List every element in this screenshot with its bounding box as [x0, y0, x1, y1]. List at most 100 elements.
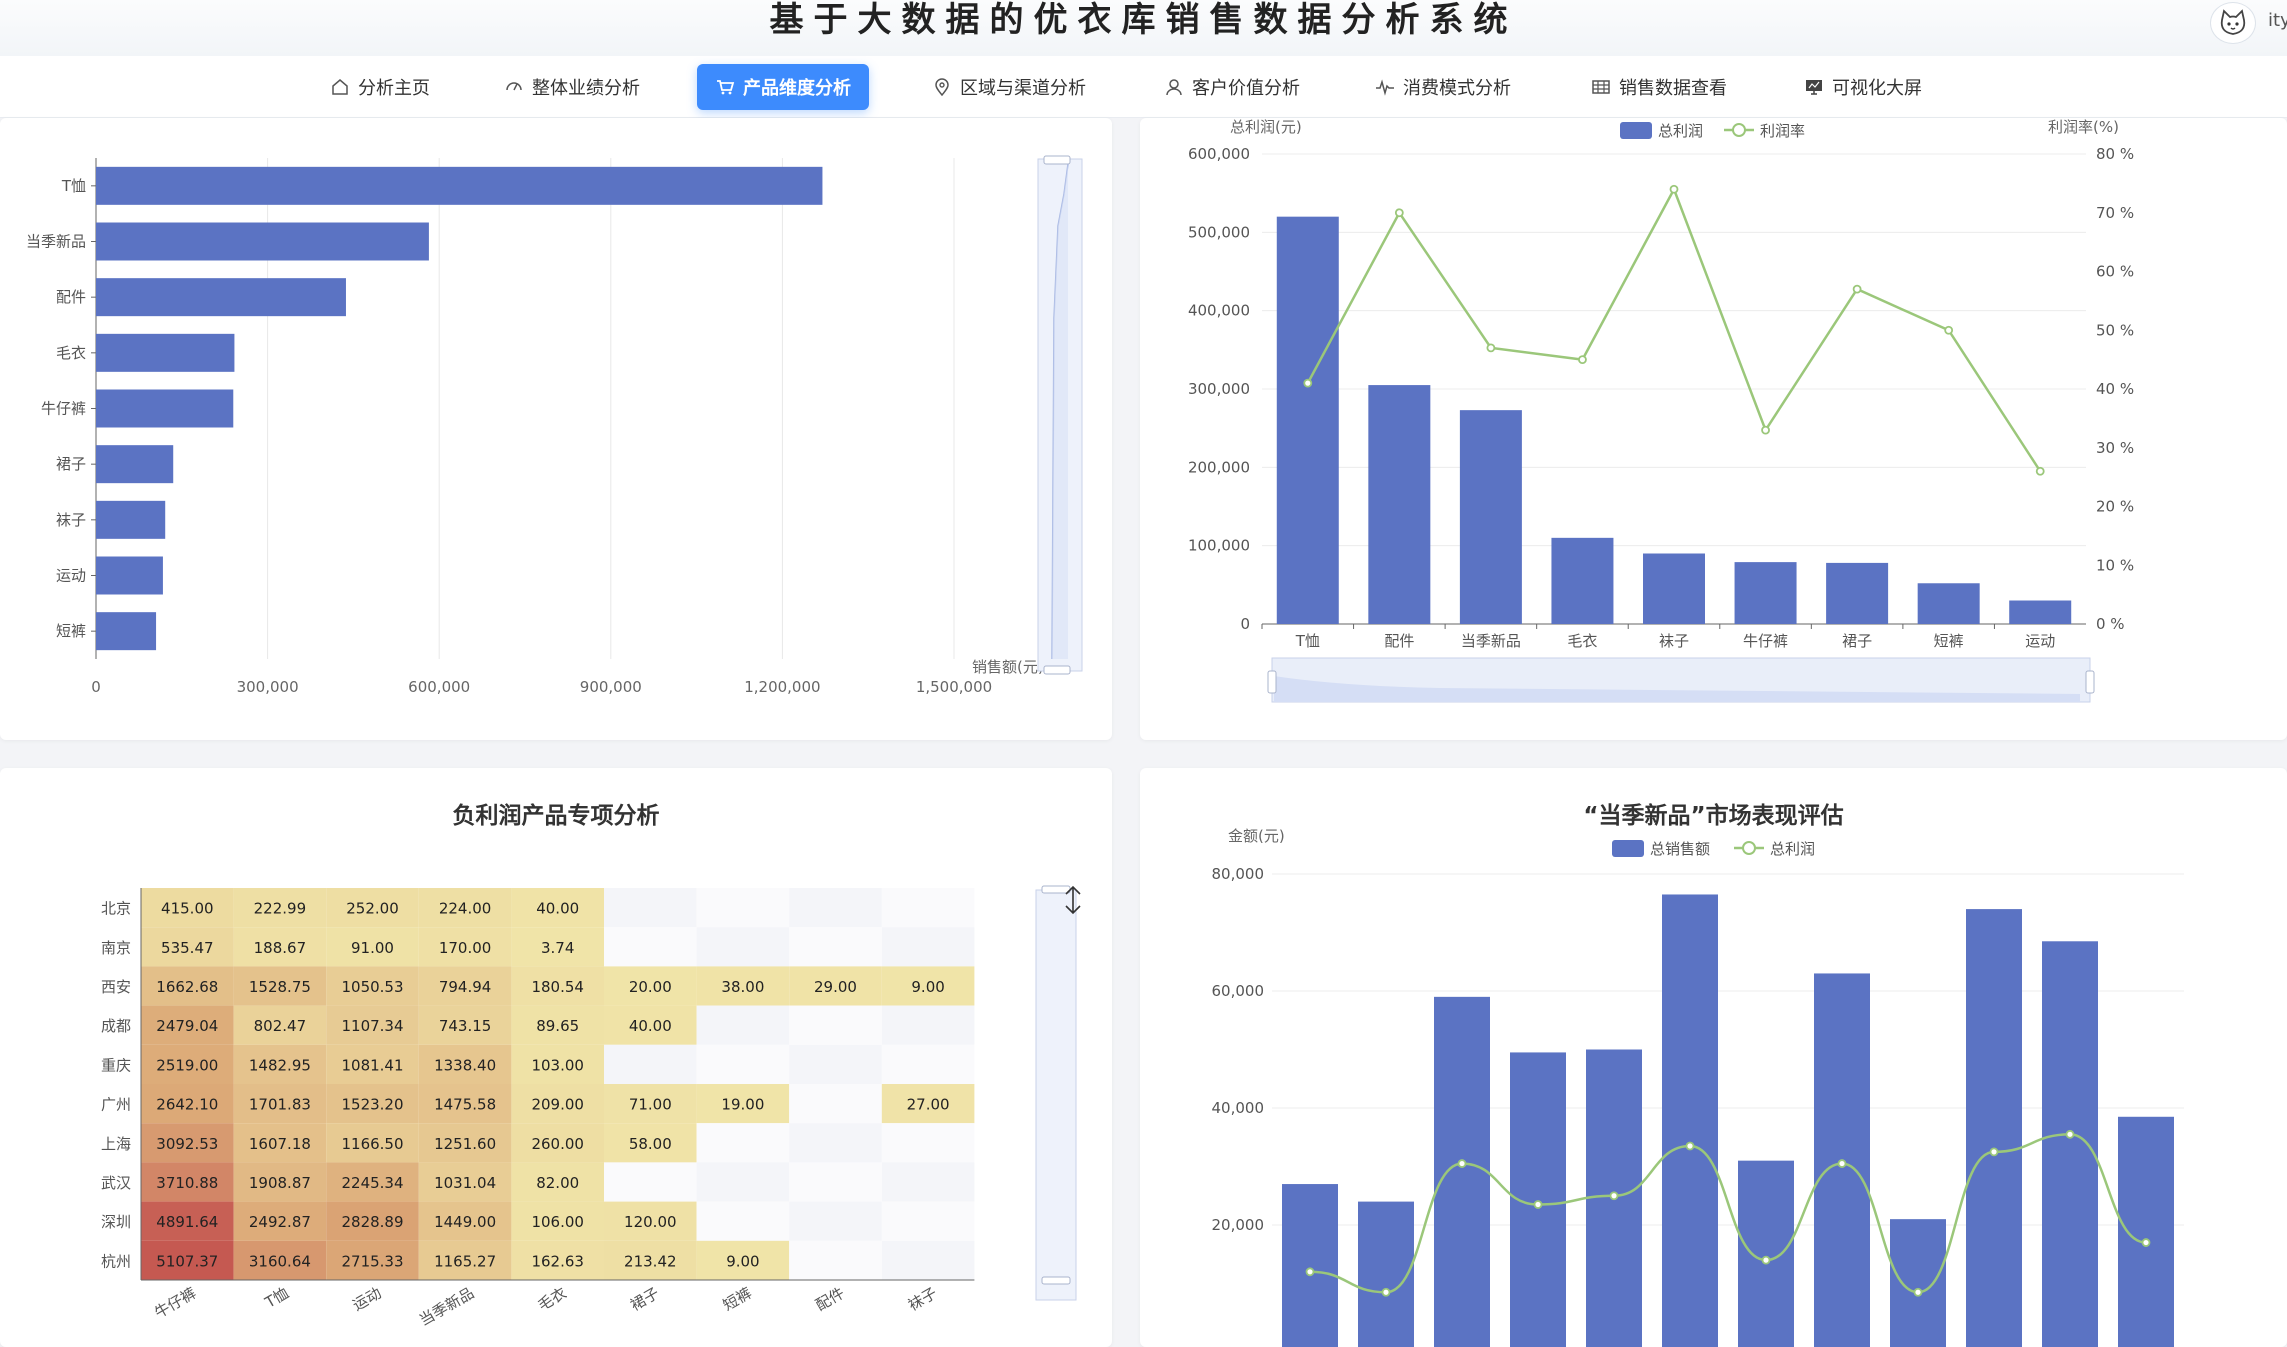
- cell-value: 1031.04: [434, 1174, 496, 1192]
- cell-value: 5107.37: [156, 1252, 218, 1270]
- zoom-handle-left[interactable]: [1267, 670, 1277, 694]
- col-label: 当季新品: [416, 1284, 477, 1330]
- row-label: 上海: [101, 1135, 131, 1153]
- location-icon: [935, 78, 949, 97]
- bar: [96, 278, 346, 317]
- nav-label: 可视化大屏: [1832, 78, 1922, 99]
- nav-sales-data[interactable]: 销售数据查看: [1573, 64, 1745, 110]
- cell-value: 2828.89: [341, 1213, 403, 1231]
- top-nav: 分析主页 整体业绩分析 产品维度分析 区域与渠道分析 客户价值分析 消费模式分析…: [0, 56, 2287, 118]
- cat-avatar-icon: [2220, 9, 2246, 35]
- nav-big-screen[interactable]: 可视化大屏: [1786, 64, 1940, 110]
- nav-region[interactable]: 区域与渠道分析: [914, 64, 1104, 110]
- bar: [96, 389, 234, 428]
- line-point: [1989, 1147, 1999, 1157]
- y-right-tick-label: 80 %: [2096, 145, 2134, 163]
- bar: [96, 333, 235, 372]
- heatmap-cell: [696, 1005, 790, 1045]
- user-avatar[interactable]: [2210, 2, 2256, 44]
- nav-home[interactable]: 分析主页: [312, 64, 448, 110]
- heatmap-cell: [789, 1162, 882, 1202]
- y-tick-label: 40,000: [1212, 1099, 1265, 1117]
- heatmap-cell: [696, 1201, 790, 1241]
- line-point: [1685, 1141, 1695, 1151]
- zoom-handle-bottom[interactable]: [1041, 1276, 1071, 1285]
- pulse-icon: [1376, 79, 1394, 96]
- nav-product[interactable]: 产品维度分析: [697, 64, 869, 110]
- cell-value: 794.94: [439, 978, 492, 996]
- sales-card: 0 300,000 600,000 900,000 1,200,000 1,500,000…: [0, 118, 1112, 740]
- y-tick-label: 运动: [56, 567, 86, 585]
- bar: [1826, 562, 1889, 624]
- legend-bar-swatch: [1620, 122, 1652, 139]
- cell-value: 71.00: [629, 1096, 672, 1114]
- line-point: [1486, 343, 1496, 353]
- horizontal-zoom-slider[interactable]: [1267, 657, 2095, 703]
- x-tick-label: 0: [91, 678, 101, 696]
- line-point: [1837, 1159, 1847, 1168]
- heatmap-cell: [604, 927, 697, 967]
- cell-value: 82.00: [536, 1174, 579, 1192]
- vertical-zoom-slider[interactable]: [1037, 155, 1083, 675]
- row-label: 成都: [101, 1017, 131, 1035]
- legend[interactable]: 总利润 利润率: [1620, 122, 1805, 140]
- app-root: 基于大数据的优衣库销售数据分析系统 ity 分析主页 整体业绩分析 产品维度分析…: [0, 0, 2287, 1347]
- cell-value: 180.54: [531, 978, 584, 996]
- y-tick-label: 配件: [56, 288, 86, 306]
- bar: [1890, 1219, 1946, 1347]
- zoom-handle-top[interactable]: [1043, 155, 1071, 165]
- cell-value: 415.00: [161, 900, 214, 918]
- cell-value: 1449.00: [434, 1213, 496, 1231]
- y-axis-label: 金额(元): [1228, 827, 1285, 845]
- x-tick-label: 1,500,000: [916, 678, 992, 696]
- bar: [1276, 216, 1339, 624]
- nav-overall[interactable]: 整体业绩分析: [486, 64, 658, 110]
- cell-value: 188.67: [254, 939, 307, 957]
- cell-value: 1081.41: [341, 1056, 403, 1074]
- cell-value: 3.74: [541, 939, 574, 957]
- cell-value: 1166.50: [341, 1135, 403, 1153]
- newitem-combo-chart: 20,000 40,000 60,000 80,000 金额(元) 总销售额 总利润: [1212, 827, 2184, 1347]
- x-tick-label: 毛衣: [1567, 632, 1597, 650]
- vertical-zoom-slider[interactable]: [1035, 885, 1081, 1301]
- line-point: [2141, 1238, 2151, 1247]
- x-tick-label: 600,000: [408, 678, 470, 696]
- row-label: 西安: [101, 978, 131, 996]
- y-tick-label: 裙子: [56, 455, 86, 473]
- cell-value: 3160.64: [249, 1252, 311, 1270]
- cell-value: 213.42: [624, 1252, 677, 1270]
- x-tick-label: T恤: [1295, 632, 1320, 650]
- title-bar: 基于大数据的优衣库销售数据分析系统 ity: [0, 0, 2287, 56]
- heatmap-cell: [789, 1084, 882, 1124]
- heatmap-cell: [789, 1201, 882, 1241]
- cell-value: 1107.34: [341, 1017, 403, 1035]
- x-tick-label: 短裤: [1934, 632, 1964, 650]
- zoom-handle-right[interactable]: [2085, 670, 2095, 694]
- line-point: [1394, 208, 1404, 218]
- heatmap-cell: [696, 888, 790, 928]
- zoom-handle-bottom[interactable]: [1043, 665, 1071, 675]
- cell-value: 40.00: [536, 900, 579, 918]
- cell-value: 1050.53: [341, 978, 403, 996]
- username[interactable]: ity: [2268, 10, 2287, 31]
- cell-value: 1482.95: [249, 1056, 311, 1074]
- legend-line-swatch: [1742, 841, 1756, 855]
- legend[interactable]: 总销售额 总利润: [1612, 840, 1815, 858]
- y-tick-label: 毛衣: [56, 344, 86, 362]
- col-label: 运动: [350, 1284, 385, 1315]
- y-right-tick-label: 60 %: [2096, 263, 2134, 281]
- cell-value: 120.00: [624, 1213, 677, 1231]
- y-tick-label: 60,000: [1212, 982, 1265, 1000]
- cart-icon: [717, 80, 735, 95]
- y-right-tick-label: 70 %: [2096, 204, 2134, 222]
- legend-bar-swatch: [1612, 840, 1644, 857]
- heatmap-cell: [789, 1123, 882, 1163]
- cell-value: 2642.10: [156, 1096, 218, 1114]
- zoom-handle-top[interactable]: [1041, 885, 1071, 894]
- y-tick-label: 当季新品: [26, 233, 86, 251]
- nav-label: 分析主页: [358, 78, 430, 99]
- nav-customer[interactable]: 客户价值分析: [1146, 64, 1318, 110]
- app-title: 基于大数据的优衣库销售数据分析系统: [769, 0, 1518, 40]
- nav-consume[interactable]: 消费模式分析: [1357, 64, 1529, 110]
- cell-value: 4891.64: [156, 1213, 218, 1231]
